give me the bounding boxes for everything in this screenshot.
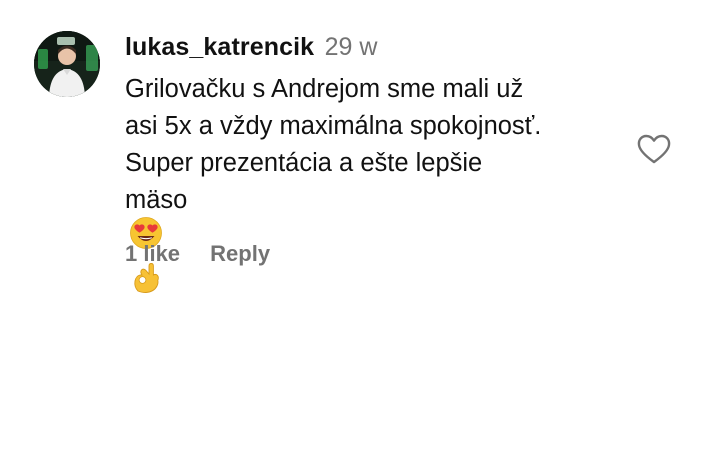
comment-timestamp: 29 w — [324, 33, 378, 61]
heart-outline-icon — [637, 134, 671, 164]
comment-text-line: asi 5x a vždy maximálna spokojnosť. — [125, 112, 542, 140]
like-button[interactable] — [634, 131, 674, 167]
comment-text-line: mäso — [125, 186, 188, 214]
comment-text-line: Grilovačku s Andrejom sme mali už — [125, 75, 524, 103]
comment-actions: 1 like Reply — [125, 241, 270, 267]
avatar[interactable] — [34, 31, 100, 97]
comment-text: Grilovačku s Andrejom sme mali už asi 5x… — [125, 71, 645, 309]
reply-button[interactable]: Reply — [210, 241, 270, 266]
ok-hand-emoji — [129, 261, 645, 306]
comment-item: lukas_katrencik 29 w Grilovačku s Andrej… — [0, 0, 705, 450]
comment-text-line: Super prezentácia a ešte lepšie — [125, 149, 483, 177]
username-link[interactable]: lukas_katrencik — [125, 33, 314, 61]
likes-count[interactable]: 1 like — [125, 241, 180, 266]
comment-header: lukas_katrencik 29 w — [125, 33, 377, 62]
